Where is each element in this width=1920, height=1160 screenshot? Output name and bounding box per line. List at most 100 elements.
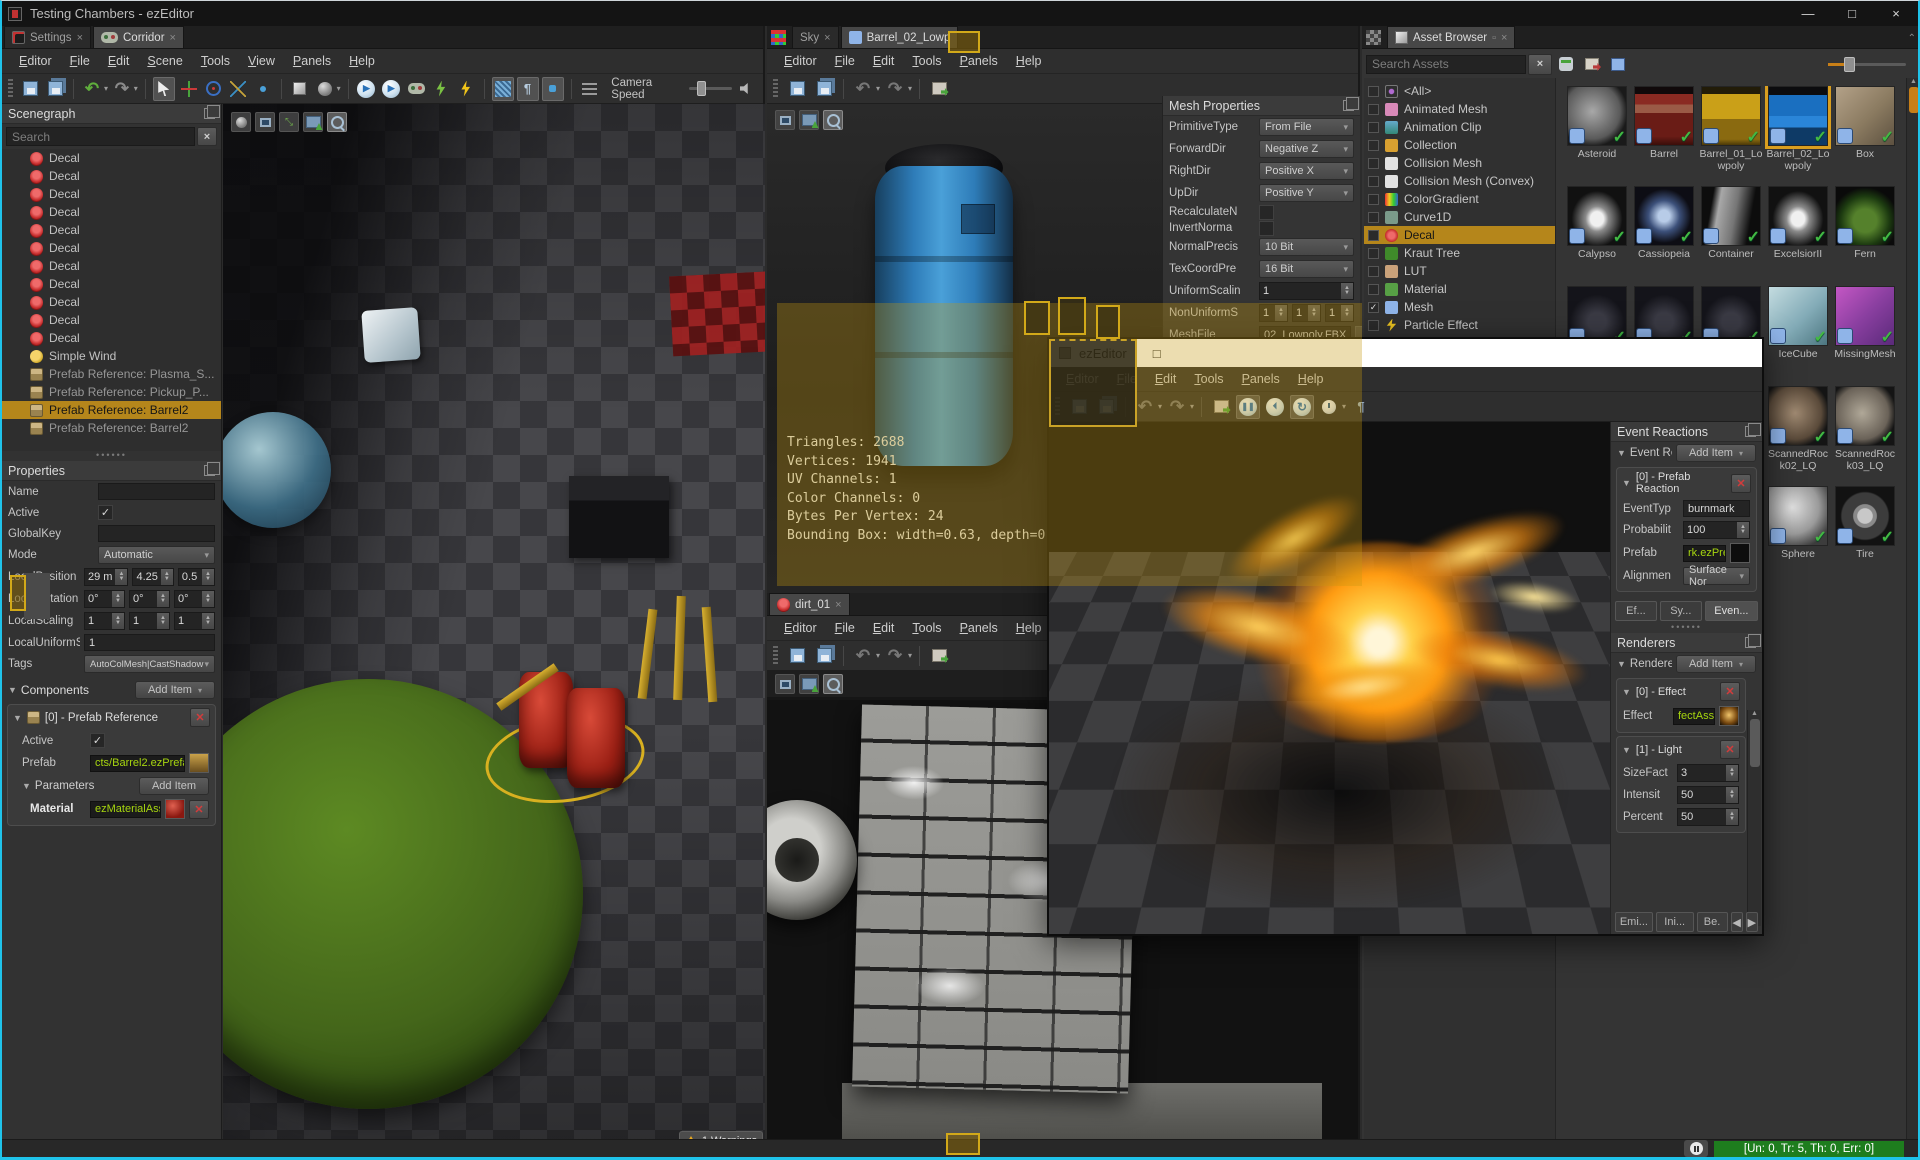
asset-type-item[interactable]: Collection: [1364, 136, 1555, 154]
asset-tile[interactable]: ✓ IceCube: [1765, 286, 1831, 386]
status-pause-button[interactable]: [1684, 1140, 1708, 1157]
asset-type-checkbox[interactable]: [1368, 139, 1379, 151]
redo-button[interactable]: ↷: [883, 644, 907, 668]
save-all-button[interactable]: [812, 77, 836, 101]
visualizers-button[interactable]: ¶: [1349, 395, 1373, 419]
asset-type-checkbox[interactable]: [1368, 247, 1379, 259]
menu-item[interactable]: Help: [340, 51, 384, 71]
scenegraph-item[interactable]: Decal: [2, 293, 221, 311]
dock-grid-icon[interactable]: [771, 30, 786, 45]
tab-dirt-01[interactable]: dirt_01 ×: [769, 593, 850, 615]
forward-dir-select[interactable]: Negative Z: [1259, 140, 1354, 158]
asset-tile[interactable]: ✓ Fern: [1832, 186, 1898, 286]
greybox-button[interactable]: [289, 77, 311, 101]
grid-toggle-button[interactable]: [541, 76, 564, 101]
asset-tile[interactable]: ✓ ExcelsiorII: [1765, 186, 1831, 286]
collapse-panel-icon[interactable]: ⌃: [1904, 29, 1918, 48]
simulate-button[interactable]: ▶: [380, 77, 402, 101]
menu-item[interactable]: Tools: [192, 51, 239, 71]
float-panel-icon[interactable]: [1745, 423, 1761, 437]
scroll-right-icon[interactable]: ▶: [1745, 912, 1758, 932]
run-button[interactable]: [455, 77, 477, 101]
render-mode-icon[interactable]: [231, 112, 251, 132]
scenegraph-item[interactable]: Prefab Reference: Barrel2: [2, 401, 221, 419]
size-factor-field[interactable]: 3 ▲ ▼: [1677, 764, 1739, 782]
tab-close-icon[interactable]: ×: [1501, 32, 1507, 44]
material-asset-thumbnail[interactable]: [165, 799, 185, 819]
asset-type-checkbox[interactable]: [1368, 229, 1379, 241]
restart-button[interactable]: ⏴: [1263, 395, 1287, 419]
asset-type-checkbox[interactable]: [1368, 211, 1379, 223]
asset-tile[interactable]: ✓ ScannedRock02_LQ: [1765, 386, 1831, 486]
alignment-select[interactable]: Surface Nor: [1683, 564, 1750, 588]
remove-light-button[interactable]: ✕: [1720, 740, 1740, 759]
menu-item[interactable]: Help: [1007, 51, 1051, 71]
export-run-button[interactable]: [430, 77, 452, 101]
menu-item[interactable]: Edit: [864, 618, 904, 638]
drag-to-position-button[interactable]: [252, 77, 274, 101]
normal-precision-select[interactable]: 10 Bit: [1259, 238, 1354, 256]
texcoord-precision-select[interactable]: 16 Bit: [1259, 260, 1354, 278]
asset-tile[interactable]: ✓ Barrel_01_Lowpoly: [1698, 86, 1764, 186]
export-asset-button[interactable]: [927, 644, 951, 668]
scenegraph-item[interactable]: Decal: [2, 329, 221, 347]
asset-type-item[interactable]: Collision Mesh (Convex): [1364, 172, 1555, 190]
pause-button[interactable]: ❚❚: [1236, 394, 1261, 419]
export-asset-button[interactable]: [1209, 395, 1233, 419]
expand-icon[interactable]: ⤡: [279, 112, 299, 132]
views-icon[interactable]: [255, 112, 275, 132]
add-renderer-button[interactable]: Add Item ▾: [1675, 655, 1756, 673]
mode-select[interactable]: Automatic: [98, 546, 215, 564]
asset-type-item[interactable]: ✓ Mesh: [1364, 298, 1555, 316]
camera-speed-slider[interactable]: [688, 81, 733, 96]
nonuniform-y[interactable]: 1 ▲ ▼: [1292, 304, 1321, 322]
asset-tile[interactable]: ✓ Asteroid: [1564, 86, 1630, 186]
asset-type-item[interactable]: Material: [1364, 280, 1555, 298]
menu-item[interactable]: Help: [1289, 369, 1333, 389]
export-assets-icon[interactable]: [1580, 52, 1604, 76]
effect-asset-field[interactable]: fectAsset: [1673, 707, 1715, 725]
asset-tile[interactable]: ✓ Box: [1832, 86, 1898, 186]
scroll-left-icon[interactable]: ◀: [1730, 912, 1743, 932]
asset-tile[interactable]: ✓ Tire: [1832, 486, 1898, 586]
tab-effect[interactable]: Ef...: [1615, 601, 1657, 621]
visualizers-button[interactable]: ¶: [516, 76, 539, 101]
nonuniform-z[interactable]: 1 ▲ ▼: [1325, 304, 1354, 322]
scenegraph-item[interactable]: Simple Wind: [2, 347, 221, 365]
save-all-button[interactable]: [812, 644, 836, 668]
percentage-field[interactable]: 50 ▲ ▼: [1677, 808, 1739, 826]
tab-close-icon[interactable]: ×: [824, 32, 830, 44]
asset-tile[interactable]: ✓ MissingMesh: [1832, 286, 1898, 386]
loop-button[interactable]: ↻: [1290, 394, 1315, 419]
localscaling-y[interactable]: 1 ▲ ▼: [129, 612, 170, 630]
primitive-type-select[interactable]: From File: [1259, 118, 1354, 136]
menu-item[interactable]: Editor: [775, 51, 826, 71]
rotate-gizmo-button[interactable]: [203, 77, 225, 101]
export-asset-button[interactable]: [927, 77, 951, 101]
render-mode-button[interactable]: [491, 76, 514, 101]
menu-item[interactable]: Scene: [138, 51, 191, 71]
invert-normals-checkbox[interactable]: [1259, 220, 1274, 236]
localrotation-z[interactable]: 0° ▲ ▼: [174, 590, 215, 608]
up-dir-select[interactable]: Positive Y: [1259, 184, 1354, 202]
remove-reaction-button[interactable]: ✕: [1731, 473, 1751, 493]
name-field[interactable]: [98, 483, 215, 500]
add-parameter-button[interactable]: Add Item: [138, 777, 209, 795]
tab-behavior[interactable]: Be.: [1696, 912, 1728, 932]
asset-type-checkbox[interactable]: [1368, 85, 1379, 97]
asset-type-checkbox[interactable]: ✓: [1368, 301, 1379, 313]
asset-type-item[interactable]: Decal: [1364, 226, 1555, 244]
scenegraph-search-input[interactable]: [6, 127, 195, 146]
probability-field[interactable]: 100 ▲ ▼: [1683, 521, 1750, 539]
asset-tile[interactable]: ✓ Calypso: [1564, 186, 1630, 286]
localposition-x[interactable]: 29 m ▲ ▼: [84, 568, 129, 586]
asset-type-checkbox[interactable]: [1368, 175, 1379, 187]
particle-window-titlebar[interactable]: ezEditor — □ ×: [1049, 318, 1762, 389]
asset-type-checkbox[interactable]: [1368, 193, 1379, 205]
tab-close-icon[interactable]: ×: [835, 599, 841, 611]
tab-float-icon[interactable]: ▫: [1492, 32, 1496, 44]
asset-type-item[interactable]: Animated Mesh: [1364, 100, 1555, 118]
scenegraph-item[interactable]: Decal: [2, 257, 221, 275]
speed-button[interactable]: [1317, 395, 1341, 419]
minimize-button[interactable]: —: [1135, 311, 1179, 339]
